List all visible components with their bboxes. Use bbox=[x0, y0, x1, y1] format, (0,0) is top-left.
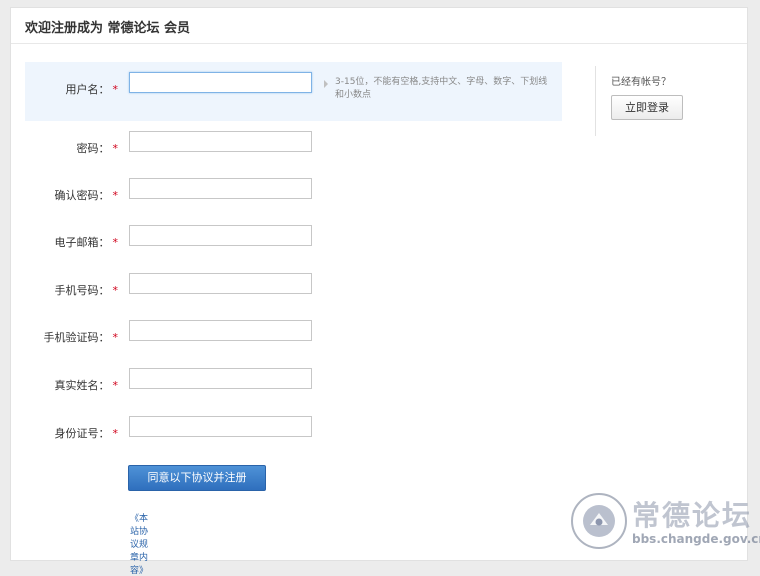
required-mark: * bbox=[112, 379, 119, 392]
id-number-input[interactable] bbox=[129, 416, 312, 437]
required-mark: * bbox=[112, 427, 119, 440]
phone-input[interactable] bbox=[129, 273, 312, 294]
confirm-password-label: 确认密码： * bbox=[54, 189, 119, 202]
required-mark: * bbox=[112, 189, 119, 202]
real-name-input[interactable] bbox=[129, 368, 312, 389]
required-mark: * bbox=[112, 83, 119, 96]
required-mark: * bbox=[112, 284, 119, 297]
form-row-id-number: 身份证号： * bbox=[25, 406, 562, 465]
side-divider bbox=[595, 66, 596, 136]
panel-header: 欢迎注册成为 常德论坛 会员 bbox=[11, 8, 747, 44]
username-input[interactable] bbox=[129, 72, 312, 93]
page-title: 欢迎注册成为 常德论坛 会员 bbox=[25, 21, 191, 36]
confirm-password-input[interactable] bbox=[129, 178, 312, 199]
username-hint: 3-15位，不能有空格,支持中文、字母、数字、下划线和小数点 bbox=[335, 77, 548, 100]
required-mark: * bbox=[112, 331, 119, 344]
hint-arrow-icon bbox=[324, 80, 328, 88]
password-label: 密码： * bbox=[76, 142, 119, 155]
watermark-url: bbs.changde.gov.cn bbox=[632, 532, 760, 546]
real-name-label: 真实姓名： * bbox=[54, 379, 119, 392]
form-row-username: 用户名： * 3-15位，不能有空格,支持中文、字母、数字、下划线和小数点 bbox=[25, 62, 562, 121]
register-panel: 欢迎注册成为 常德论坛 会员 用户名： * 3-15位，不能有空格,支持中文、字母… bbox=[10, 7, 748, 576]
email-input[interactable] bbox=[129, 225, 312, 246]
watermark-text: 常德论坛 bbox=[632, 499, 753, 532]
phone-code-label: 手机验证码： * bbox=[43, 331, 119, 344]
username-label: 用户名： * bbox=[65, 83, 119, 96]
required-mark: * bbox=[112, 142, 119, 155]
submit-register-button[interactable]: 同意以下协议并注册 bbox=[128, 465, 266, 491]
have-account-text: 已经有帐号？ bbox=[611, 77, 671, 88]
id-number-label: 身份证号： * bbox=[54, 427, 119, 440]
password-input[interactable] bbox=[129, 131, 312, 152]
forum-seal-icon bbox=[571, 493, 627, 549]
required-mark: * bbox=[112, 236, 119, 249]
watermark: 常德论坛 bbs.changde.gov.cn bbox=[570, 490, 760, 558]
email-label: 电子邮箱： * bbox=[54, 236, 119, 249]
agreement-link[interactable]: 《本站协议规章内容》 bbox=[130, 511, 148, 576]
phone-code-input[interactable] bbox=[129, 320, 312, 341]
phone-label: 手机号码： * bbox=[54, 284, 119, 297]
login-button[interactable]: 立即登录 bbox=[611, 95, 683, 120]
